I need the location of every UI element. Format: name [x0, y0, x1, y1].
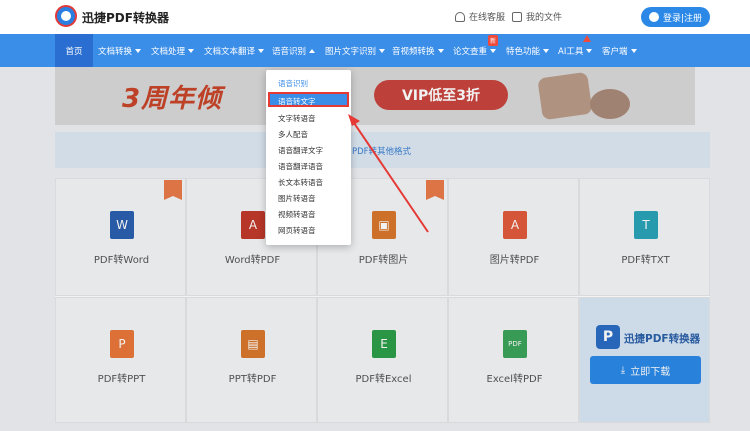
header: 迅捷PDF转换器 在线客服 我的文件 登录|注册 — [0, 0, 750, 34]
nav-label: 图片文字识别 — [325, 46, 377, 57]
download-button[interactable]: ⤓ 立即下载 — [590, 356, 701, 384]
image-icon: ▣ — [372, 211, 396, 239]
tool-pdf-to-ppt[interactable]: P PDF转PPT — [55, 297, 186, 423]
txt-icon: T — [634, 211, 658, 239]
nav-label: 文档处理 — [151, 46, 186, 57]
nav-label: 文档转换 — [98, 46, 133, 57]
pdf-icon: A — [241, 211, 265, 239]
dropdown-item-multi-voice[interactable]: 多人配音 — [278, 129, 308, 140]
tool-excel-to-pdf[interactable]: PDF Excel转PDF — [448, 297, 579, 423]
login-button[interactable]: 登录|注册 — [641, 7, 710, 27]
file-icon — [512, 11, 522, 22]
tool-ppt-to-pdf[interactable]: ▤ PPT转PDF — [186, 297, 317, 423]
dropdown-item-speech-translate-speech[interactable]: 语音翻译语音 — [278, 161, 323, 172]
chevron-down-icon — [586, 48, 593, 53]
chevron-down-icon — [258, 48, 265, 53]
decor-icon — [590, 89, 630, 119]
customer-service-link[interactable]: 在线客服 — [455, 10, 505, 23]
dropdown-item-speech-to-text[interactable]: 语音转文字 — [268, 92, 349, 107]
ppt-icon: P — [110, 330, 134, 358]
dropdown-item-speech-translate-text[interactable]: 语音翻译文字 — [278, 145, 323, 156]
dropdown-item-video-to-speech[interactable]: 视频转语音 — [278, 209, 316, 220]
nav-features[interactable]: 特色功能 — [506, 34, 550, 67]
dropdown-item-text-to-speech[interactable]: 文字转语音 — [278, 113, 316, 124]
login-label: 登录|注册 — [662, 13, 703, 24]
download-label: 立即下载 — [630, 366, 671, 378]
tool-label: PDF转Word — [93, 255, 150, 266]
nav-label: 论文查重 — [453, 46, 488, 57]
tool-label: PDF转TXT — [621, 255, 670, 266]
headset-icon — [455, 11, 465, 22]
tool-label: Excel转PDF — [486, 374, 543, 385]
new-badge: 新 — [488, 35, 499, 46]
pdf-icon: PDF — [503, 330, 527, 358]
tool-label: 图片转PDF — [489, 255, 540, 266]
nav-label: 客户端 — [602, 46, 628, 57]
nav-doc-process[interactable]: 文档处理 — [151, 34, 195, 67]
app-logo-icon: P — [596, 325, 620, 349]
hot-icon — [164, 180, 182, 200]
promo-banner[interactable]: 3周年倾 VIP低至3折 — [55, 67, 695, 125]
download-icon: ⤓ — [620, 364, 626, 376]
tool-label: PPT转PDF — [228, 374, 277, 385]
gem-icon — [537, 71, 593, 121]
my-files-link[interactable]: 我的文件 — [512, 10, 562, 23]
nav-home[interactable]: 首页 — [55, 34, 93, 67]
tool-label: PDF转PPT — [97, 374, 146, 385]
chevron-down-icon — [437, 48, 444, 53]
speech-recognition-dropdown: 语音识别 语音转文字 文字转语音 多人配音 语音翻译文字 语音翻译语音 长文本转… — [266, 70, 351, 245]
nav-client[interactable]: 客户端 — [602, 34, 637, 67]
promo-app-name: 迅捷PDF转换器 — [624, 333, 701, 345]
hot-icon — [426, 180, 444, 200]
banner-title: 3周年倾 — [122, 84, 223, 114]
dropdown-item-long-text-to-speech[interactable]: 长文本转语音 — [278, 177, 323, 188]
dropdown-group-label: 语音识别 — [278, 79, 308, 88]
tool-pdf-to-word[interactable]: W PDF转Word — [55, 178, 186, 296]
dropdown-item-webpage-to-speech[interactable]: 网页转语音 — [278, 225, 316, 236]
nav-label: 特色功能 — [506, 46, 541, 57]
excel-icon: E — [372, 330, 396, 358]
pdf-icon: A — [503, 211, 527, 239]
banner-vip-pill: VIP低至3折 — [374, 80, 508, 110]
main-nav: 首页 文档转换 文档处理 文档文本翻译 语音识别 图片文字识别 音视频转换 论文… — [0, 34, 750, 67]
user-icon — [648, 12, 659, 22]
tool-label: Word转PDF — [224, 255, 281, 266]
logo-icon[interactable] — [55, 5, 77, 27]
tool-pdf-to-txt[interactable]: T PDF转TXT — [579, 178, 710, 296]
tool-label: PDF转图片 — [358, 255, 409, 266]
nav-speech-recognition[interactable]: 语音识别 — [272, 34, 316, 67]
nav-image-ocr[interactable]: 图片文字识别 — [325, 34, 386, 67]
download-promo: P 迅捷PDF转换器 ⤓ 立即下载 — [579, 297, 710, 423]
dropdown-item-label: 语音转文字 — [278, 97, 316, 106]
chevron-down-icon — [543, 48, 550, 53]
brand-name[interactable]: 迅捷PDF转换器 — [82, 9, 169, 26]
nav-av-convert[interactable]: 音视频转换 — [392, 34, 444, 67]
nav-doc-translate[interactable]: 文档文本翻译 — [204, 34, 265, 67]
nav-label: 首页 — [65, 46, 83, 57]
dropdown-item-image-to-speech[interactable]: 图片转语音 — [278, 193, 316, 204]
nav-doc-convert[interactable]: 文档转换 — [98, 34, 142, 67]
nav-label: 文档文本翻译 — [204, 46, 256, 57]
ppt-icon: ▤ — [241, 330, 265, 358]
tool-image-to-pdf[interactable]: A 图片转PDF — [448, 178, 579, 296]
chevron-down-icon — [135, 48, 142, 53]
chevron-down-icon — [188, 48, 195, 53]
customer-service-label: 在线客服 — [469, 13, 506, 23]
chevron-down-icon — [630, 48, 637, 53]
tool-pdf-to-excel[interactable]: E PDF转Excel — [317, 297, 448, 423]
nav-label: 语音识别 — [272, 46, 307, 57]
nav-label: AI工具 — [558, 46, 584, 57]
chevron-up-icon — [309, 48, 316, 53]
category-title: PDF转其他格式 — [352, 147, 412, 157]
tool-grid: W PDF转Word A Word转PDF ▣ PDF转图片 A 图片转PDF … — [55, 178, 710, 423]
chevron-down-icon — [490, 48, 497, 53]
hot-indicator-icon — [583, 35, 591, 42]
my-files-label: 我的文件 — [526, 13, 563, 23]
word-icon: W — [110, 211, 134, 239]
nav-label: 音视频转换 — [392, 46, 435, 57]
tool-label: PDF转Excel — [355, 374, 412, 385]
chevron-down-icon — [379, 48, 386, 53]
category-bar: PDF转其他格式 — [55, 132, 710, 168]
